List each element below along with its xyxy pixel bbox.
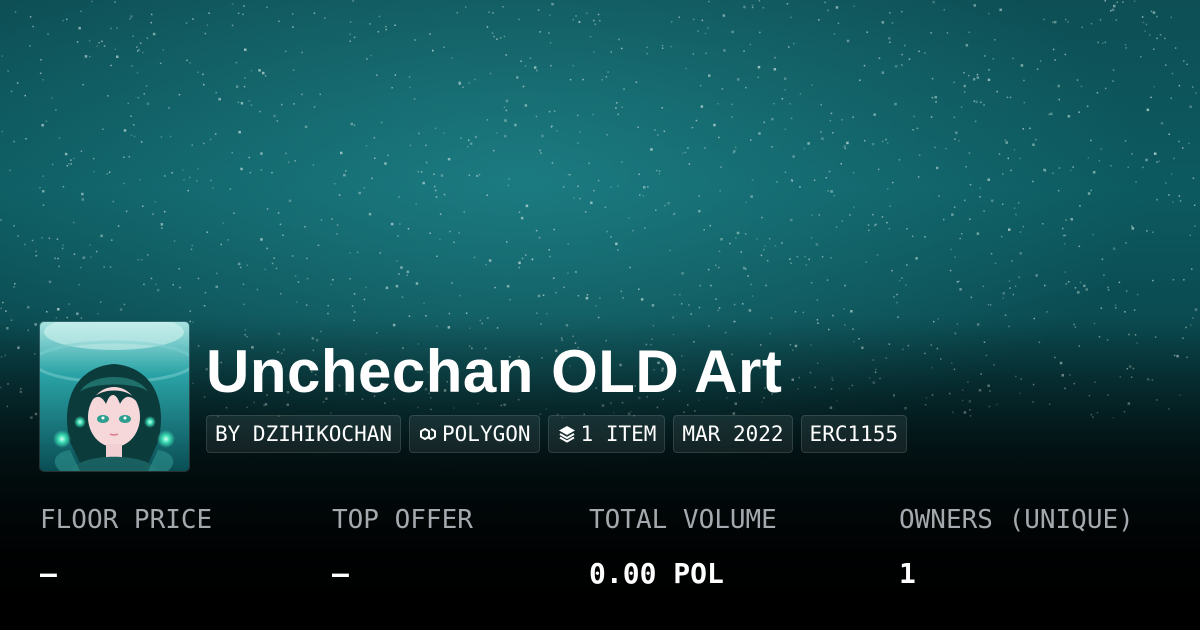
stat-value: – — [332, 557, 349, 590]
items-pill[interactable]: 1 ITEM — [547, 415, 666, 453]
collection-avatar[interactable] — [40, 322, 189, 471]
collection-meta-pills: BY DZIHIKOCHAN POLYGON 1 ITEM MAR 2022 E… — [206, 415, 908, 453]
standard-label: ERC1155 — [809, 422, 899, 446]
stat-owners: OWNERS (UNIQUE) 1 — [899, 505, 1134, 590]
stat-label: TOP OFFER — [332, 505, 473, 535]
anime-girl-portrait-avatar — [40, 322, 189, 471]
layers-stack-icon — [558, 426, 575, 443]
chain-label: POLYGON — [442, 422, 531, 446]
polygon-chain-icon — [420, 428, 437, 440]
creator-label: BY DZIHIKOCHAN — [215, 422, 393, 446]
stat-total-volume: TOTAL VOLUME 0.00 POL — [589, 505, 777, 590]
stat-value: 1 — [899, 557, 916, 590]
date-pill: MAR 2022 — [673, 415, 793, 453]
stat-label: FLOOR PRICE — [40, 505, 213, 535]
items-label: 1 ITEM — [580, 422, 657, 446]
chain-pill[interactable]: POLYGON — [409, 415, 540, 453]
standard-pill: ERC1155 — [800, 415, 908, 453]
stat-label: OWNERS (UNIQUE) — [899, 505, 1134, 535]
stat-top-offer: TOP OFFER – — [332, 505, 473, 590]
creator-pill[interactable]: BY DZIHIKOCHAN — [206, 415, 402, 453]
collection-title: Unchechan OLD Art — [206, 338, 783, 405]
date-label: MAR 2022 — [682, 422, 784, 446]
stat-label: TOTAL VOLUME — [589, 505, 777, 535]
stat-value: 0.00 POL — [589, 557, 724, 590]
stat-floor-price: FLOOR PRICE – — [40, 505, 212, 590]
stat-value: – — [40, 557, 57, 590]
